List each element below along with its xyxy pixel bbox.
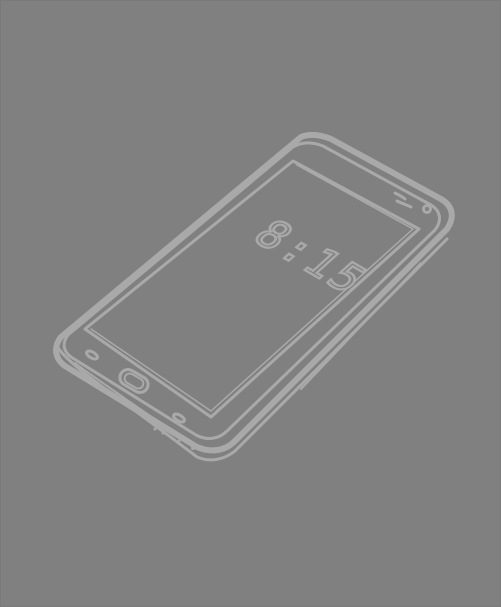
illustration-canvas: 8:15	[0, 0, 501, 607]
front-camera-icon	[422, 204, 432, 214]
smartphone-illustration: 8:15	[53, 131, 455, 462]
screen-time: 8:15	[243, 212, 379, 303]
earpiece	[393, 191, 413, 209]
back-key-icon	[85, 349, 99, 361]
phone-screen	[83, 159, 421, 419]
phone-body	[53, 131, 455, 462]
